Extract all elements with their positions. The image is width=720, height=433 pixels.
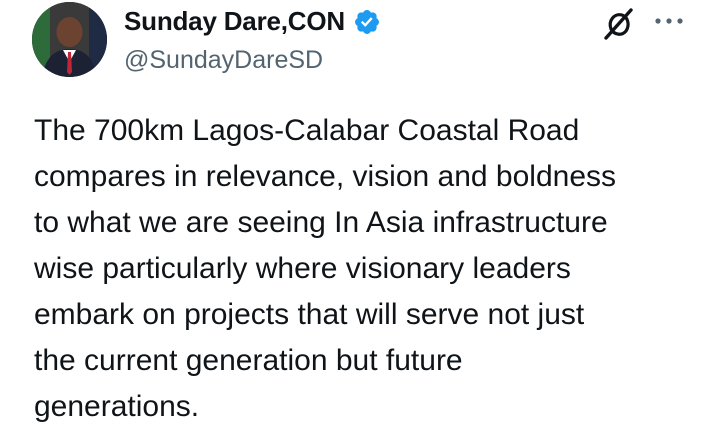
author-display-name[interactable]: Sunday Dare,CON xyxy=(124,6,345,37)
verified-badge-icon[interactable] xyxy=(353,8,381,36)
avatar[interactable] xyxy=(32,2,107,77)
tweet-card: Sunday Dare,CON @SundayDareSD The 700km … xyxy=(0,0,720,433)
author-name-row: Sunday Dare,CON xyxy=(124,6,381,37)
avatar-image xyxy=(32,2,107,77)
more-options-icon[interactable] xyxy=(652,10,686,32)
author-handle[interactable]: @SundayDareSD xyxy=(124,46,323,75)
grok-icon[interactable] xyxy=(602,7,636,41)
tweet-text: The 700km Lagos-Calabar Coastal Road com… xyxy=(34,114,616,423)
